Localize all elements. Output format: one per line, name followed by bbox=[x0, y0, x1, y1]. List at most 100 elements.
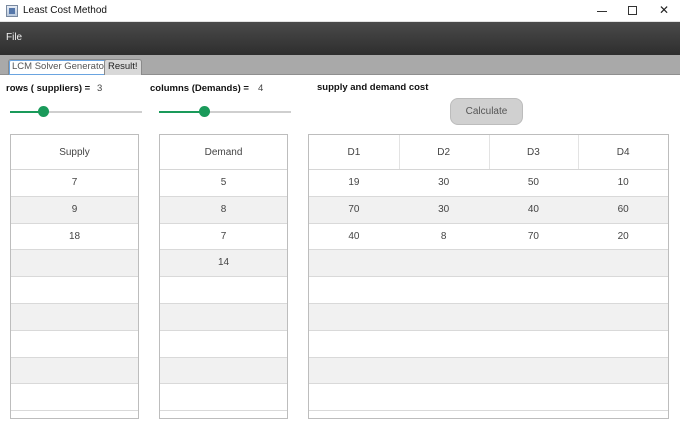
tab-lcm-solver-generator[interactable]: LCM Solver Generator bbox=[8, 59, 112, 75]
supply-row bbox=[11, 357, 138, 385]
cost-cell[interactable] bbox=[489, 384, 579, 410]
cost-cell[interactable]: 50 bbox=[489, 170, 579, 196]
menu-file[interactable]: File bbox=[6, 32, 22, 43]
cost-row bbox=[309, 303, 668, 331]
maximize-button[interactable] bbox=[617, 0, 649, 22]
demand-row-cell[interactable] bbox=[160, 358, 287, 384]
cost-row: 70 30 40 60 bbox=[309, 196, 668, 224]
cost-cell[interactable] bbox=[578, 304, 668, 330]
cost-cell[interactable] bbox=[309, 358, 399, 384]
supply-row: 9 bbox=[11, 196, 138, 224]
window-title: Least Cost Method bbox=[23, 5, 107, 16]
supply-row-cell[interactable]: 7 bbox=[11, 170, 138, 196]
supply-row-cell[interactable] bbox=[11, 331, 138, 357]
demand-row bbox=[160, 303, 287, 331]
cost-cell[interactable] bbox=[578, 250, 668, 276]
cost-cell[interactable] bbox=[309, 304, 399, 330]
cost-cell[interactable] bbox=[489, 358, 579, 384]
close-button[interactable]: ✕ bbox=[648, 0, 680, 22]
cost-cell[interactable] bbox=[489, 331, 579, 357]
columns-slider-thumb[interactable] bbox=[199, 106, 210, 117]
cost-row bbox=[309, 331, 668, 358]
supply-row-cell[interactable] bbox=[11, 250, 138, 276]
supply-row bbox=[11, 303, 138, 331]
supply-table: Supply 7 9 18 bbox=[10, 134, 139, 419]
cost-column-header-d1: D1 bbox=[347, 147, 361, 158]
rows-value: 3 bbox=[97, 83, 103, 94]
demand-row bbox=[160, 277, 287, 304]
cost-cell[interactable] bbox=[578, 358, 668, 384]
cost-cell[interactable]: 8 bbox=[399, 224, 489, 250]
rows-slider[interactable] bbox=[10, 106, 142, 118]
columns-label: columns (Demands) = bbox=[150, 83, 249, 94]
title-bar: Least Cost Method ✕ bbox=[0, 0, 680, 22]
supply-row bbox=[11, 384, 138, 412]
close-icon: ✕ bbox=[658, 3, 670, 17]
tab-result[interactable]: Result! bbox=[104, 59, 142, 75]
menu-bar: File bbox=[0, 22, 680, 55]
tab-strip: LCM Solver Generator Result! bbox=[0, 55, 680, 75]
demand-row-cell[interactable] bbox=[160, 384, 287, 410]
cost-cell[interactable]: 40 bbox=[489, 197, 579, 223]
cost-cell[interactable] bbox=[309, 331, 399, 357]
supply-row-cell[interactable]: 9 bbox=[11, 197, 138, 223]
cost-cell[interactable] bbox=[578, 384, 668, 410]
cost-cell[interactable] bbox=[399, 384, 489, 410]
rows-slider-thumb[interactable] bbox=[38, 106, 49, 117]
calculate-button[interactable]: Calculate bbox=[450, 98, 523, 125]
cost-matrix-header: D1 D2 D3 D4 bbox=[309, 135, 668, 170]
cost-cell[interactable] bbox=[578, 331, 668, 357]
column-separator bbox=[398, 135, 400, 169]
cost-cell[interactable] bbox=[399, 331, 489, 357]
demand-row-cell[interactable]: 7 bbox=[160, 224, 287, 250]
columns-slider[interactable] bbox=[159, 106, 291, 118]
cost-cell[interactable] bbox=[578, 277, 668, 303]
cost-matrix-table: D1 D2 D3 D4 19 30 50 10 70 30 40 60 40 8 70 20 bbox=[308, 134, 669, 419]
supply-row: 18 bbox=[11, 224, 138, 251]
cost-cell[interactable]: 70 bbox=[309, 197, 399, 223]
minimize-button[interactable] bbox=[586, 0, 618, 22]
demand-row bbox=[160, 357, 287, 385]
cost-cell[interactable]: 10 bbox=[578, 170, 668, 196]
supply-row-cell[interactable] bbox=[11, 304, 138, 330]
demand-row-cell[interactable]: 8 bbox=[160, 197, 287, 223]
supply-row-cell[interactable] bbox=[11, 277, 138, 303]
cost-cell[interactable] bbox=[399, 250, 489, 276]
cost-cell[interactable]: 60 bbox=[578, 197, 668, 223]
columns-slider-fill bbox=[159, 111, 204, 113]
cost-row bbox=[309, 250, 668, 278]
demand-row-cell[interactable] bbox=[160, 277, 287, 303]
demand-row: 7 bbox=[160, 224, 287, 251]
cost-cell[interactable] bbox=[309, 277, 399, 303]
cost-cell[interactable] bbox=[309, 384, 399, 410]
cost-cell[interactable] bbox=[399, 304, 489, 330]
cost-column-header-d4: D4 bbox=[616, 147, 630, 158]
cost-cell[interactable]: 19 bbox=[309, 170, 399, 196]
cost-row bbox=[309, 384, 668, 412]
supply-row-cell[interactable]: 18 bbox=[11, 224, 138, 250]
cost-cell[interactable]: 30 bbox=[399, 170, 489, 196]
cost-cell[interactable] bbox=[489, 277, 579, 303]
cost-cell[interactable]: 40 bbox=[309, 224, 399, 250]
supply-column-header: Supply bbox=[59, 147, 90, 158]
cost-cell[interactable]: 70 bbox=[489, 224, 579, 250]
cost-row bbox=[309, 277, 668, 304]
rows-label: rows ( suppliers) = bbox=[6, 83, 91, 94]
demand-row-cell[interactable] bbox=[160, 331, 287, 357]
supply-row-cell[interactable] bbox=[11, 384, 138, 410]
demand-row-cell[interactable]: 5 bbox=[160, 170, 287, 196]
demand-row-cell[interactable] bbox=[160, 304, 287, 330]
supply-row bbox=[11, 331, 138, 358]
cost-cell[interactable] bbox=[399, 277, 489, 303]
cost-cell[interactable] bbox=[489, 250, 579, 276]
cost-cell[interactable]: 30 bbox=[399, 197, 489, 223]
supply-row-cell[interactable] bbox=[11, 358, 138, 384]
cost-row: 19 30 50 10 bbox=[309, 170, 668, 197]
cost-cell[interactable] bbox=[489, 304, 579, 330]
cost-column-header-d2: D2 bbox=[437, 147, 451, 158]
cost-cell[interactable] bbox=[309, 250, 399, 276]
cost-cell[interactable]: 20 bbox=[578, 224, 668, 250]
cost-cell[interactable] bbox=[399, 358, 489, 384]
demand-row-cell[interactable]: 14 bbox=[160, 250, 287, 276]
demand-row bbox=[160, 384, 287, 412]
